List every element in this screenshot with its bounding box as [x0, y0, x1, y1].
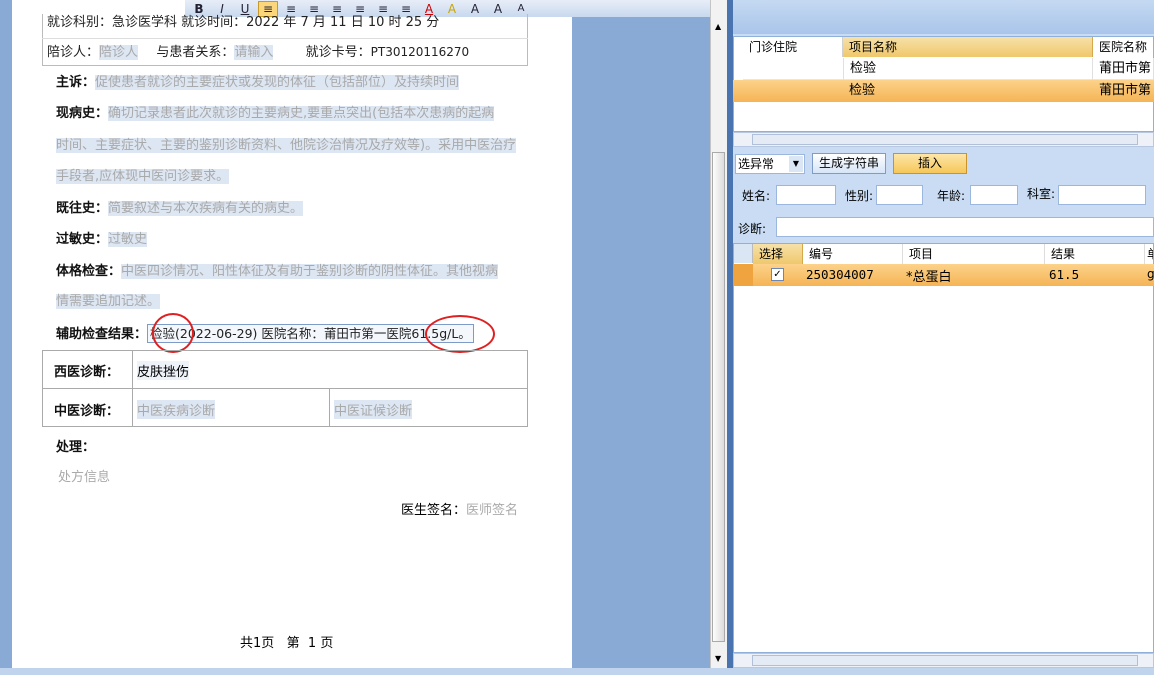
complaint-row: 主诉：促使患者就诊的主要症状或发现的体征（包括部位）及持续时间	[56, 73, 460, 93]
select-all-corner[interactable]	[734, 244, 753, 263]
dept-field[interactable]	[1058, 185, 1146, 205]
col-item-name[interactable]: 项目名称	[843, 37, 1093, 57]
escort-field[interactable]: 陪诊人	[99, 45, 139, 60]
scroll-thumb[interactable]	[712, 152, 725, 642]
hscroll-thumb[interactable]	[752, 134, 1138, 145]
treatment-label: 处理：	[56, 440, 96, 455]
scroll-down-arrow[interactable]: ▼	[715, 654, 721, 663]
dept-label: 科室:	[1027, 187, 1056, 201]
history-field-1[interactable]: 确切记录患者此次就诊的主要病史,要重点突出(包括本次患病的起病	[108, 106, 495, 121]
card-label: 就诊卡号：	[305, 45, 371, 60]
allergy-field[interactable]: 过敏史	[108, 232, 148, 247]
gender-label: 性别:	[845, 189, 874, 203]
past-field[interactable]: 简要叙述与本次疾病有关的病史。	[108, 201, 304, 216]
escort-label: 陪诊人：	[47, 45, 100, 60]
bottom-table-hscroll[interactable]	[733, 653, 1154, 668]
allergy-row: 过敏史：过敏史	[56, 230, 148, 250]
top-table-hscroll[interactable]	[733, 132, 1154, 147]
table-row-selected[interactable]: ✓ 250304007 *总蛋白 61.5 g	[734, 264, 1154, 286]
visit-info-line: 就诊科别：急诊医学科 就诊时间：2022 年 7 月 11 日 10 时 25 …	[47, 15, 440, 30]
abnormal-select[interactable]: 选异常 ▼	[735, 154, 805, 174]
cell-hospital: 莆田市第	[1099, 83, 1152, 98]
col-item[interactable]: 项目	[903, 244, 1045, 264]
relation-field[interactable]: 请输入	[234, 45, 274, 60]
complaint-label: 主诉：	[56, 75, 96, 90]
sign-label: 医生签名：	[401, 503, 467, 518]
history-text-2: 时间、主要症状、主要的鉴别诊断资料、他院诊治情况及疗效等)。采用中医治疗	[56, 138, 517, 153]
tcm-label: 中医诊断：	[54, 404, 120, 419]
history-label: 现病史：	[56, 106, 109, 121]
history-field-2[interactable]: 时间、主要症状、主要的鉴别诊断资料、他院诊治情况及疗效等)。采用中医治疗	[56, 136, 517, 156]
highlight-circle-item	[152, 313, 194, 353]
insert-button[interactable]: 插入	[893, 153, 967, 174]
col-code[interactable]: 编号	[803, 244, 903, 264]
cell-unit: g	[1147, 267, 1154, 281]
past-row: 既往史：简要叙述与本次疾病有关的病史。	[56, 199, 304, 219]
history-row: 现病史：确切记录患者此次就诊的主要病史,要重点突出(包括本次患病的起病	[56, 104, 495, 124]
table-row-selected[interactable]: 检验 莆田市第	[733, 80, 1154, 102]
col-hospital[interactable]: 医院名称	[1093, 37, 1154, 57]
age-label: 年龄:	[937, 189, 966, 203]
aux-row: 辅助检查结果： 检验(2022-06-29) 医院名称：莆田市第一医院61.5g/…	[56, 324, 474, 345]
col-visit-type[interactable]: 门诊住院	[743, 37, 843, 57]
chevron-down-icon[interactable]: ▼	[789, 156, 803, 172]
exam-field-2[interactable]: 情需要追加记述。	[56, 292, 161, 312]
exam-row: 体格检查：中医四诊情况、阳性体征及有助于鉴别诊断的阴性体征。其他视病	[56, 262, 499, 282]
name-label: 姓名:	[742, 189, 771, 203]
diagnosis-field[interactable]	[776, 217, 1154, 237]
exam-label: 体格检查：	[56, 264, 122, 279]
cell-code: 250304007	[806, 267, 874, 282]
row-indicator	[734, 264, 753, 286]
exam-field-1[interactable]: 中医四诊情况、阳性体征及有助于鉴别诊断的阴性体征。其他视病	[121, 264, 499, 279]
cell-item: 检验	[849, 83, 876, 98]
cell-item: 检验	[843, 58, 1093, 80]
western-value[interactable]: 皮肤挫伤	[137, 361, 190, 380]
highlight-circle-value	[425, 315, 495, 353]
abnormal-select-value: 选异常	[738, 157, 775, 171]
exam-text-2: 情需要追加记述。	[56, 294, 161, 309]
cell-result: 61.5	[1049, 267, 1080, 282]
select-checkbox[interactable]: ✓	[771, 268, 784, 281]
gender-field[interactable]	[876, 185, 923, 205]
card-value: PT30120116270	[370, 45, 470, 59]
history-text-3: 手段者,应体现中医问诊要求。	[56, 169, 230, 184]
divider	[329, 388, 330, 427]
past-label: 既往史：	[56, 201, 109, 216]
history-field-3[interactable]: 手段者,应体现中医问诊要求。	[56, 167, 230, 187]
complaint-field[interactable]: 促使患者就诊的主要症状或发现的体征（包括部位）及持续时间	[95, 75, 460, 90]
escort-row: 陪诊人：陪诊人 与患者关系：请输入 就诊卡号：PT30120116270	[47, 42, 469, 63]
status-bar	[0, 668, 1154, 675]
divider	[42, 38, 528, 39]
allergy-label: 过敏史：	[56, 232, 109, 247]
tcm-syndrome-field[interactable]: 中医证候诊断	[334, 400, 413, 419]
lab-result-table	[733, 243, 1154, 653]
aux-label: 辅助检查结果：	[56, 327, 148, 342]
divider	[42, 388, 528, 389]
editor-scrollbar[interactable]: ▲ ▼	[710, 0, 727, 668]
sign-field[interactable]: 医师签名	[466, 503, 518, 518]
right-panel-header	[733, 0, 1154, 34]
cell-item: *总蛋白	[906, 270, 952, 285]
name-field[interactable]	[776, 185, 836, 205]
rx-field[interactable]: 处方信息	[58, 466, 110, 485]
col-select[interactable]: 选择	[753, 244, 803, 264]
col-result[interactable]: 结果	[1045, 244, 1145, 264]
generate-string-button[interactable]: 生成字符串	[812, 153, 886, 174]
hscroll-thumb[interactable]	[752, 655, 1138, 666]
tcm-disease-field[interactable]: 中医疾病诊断	[137, 400, 216, 419]
table-row[interactable]: 检验 莆田市第	[743, 58, 1154, 80]
page-count: 共1页 第 1 页	[240, 636, 334, 651]
signature-row: 医生签名：医师签名	[401, 499, 518, 518]
diagnosis-label: 诊断:	[738, 222, 767, 236]
cell-hospital: 莆田市第	[1093, 58, 1154, 80]
scroll-up-arrow[interactable]: ▲	[715, 22, 721, 31]
western-label: 西医诊断：	[54, 365, 120, 380]
relation-label: 与患者关系：	[156, 45, 235, 60]
age-field[interactable]	[970, 185, 1018, 205]
col-unit[interactable]: 单	[1145, 244, 1154, 264]
